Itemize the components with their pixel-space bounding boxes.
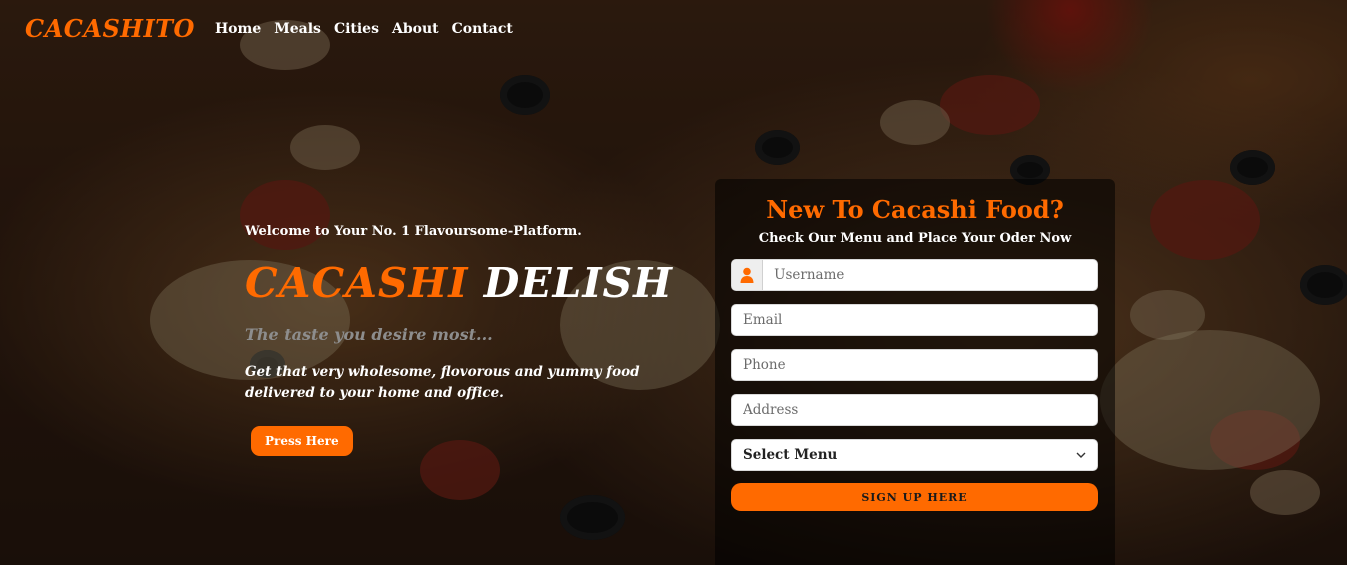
headline-part-cacashi: CACASHI bbox=[245, 259, 469, 307]
phone-input[interactable] bbox=[732, 350, 1097, 380]
hero-headline: CACASHI DELISH bbox=[245, 259, 705, 307]
signup-title: New To Cacashi Food? bbox=[766, 195, 1064, 224]
nav-link-home[interactable]: Home bbox=[215, 21, 261, 37]
email-field bbox=[731, 304, 1098, 336]
signup-button[interactable]: SIGN UP HERE bbox=[731, 483, 1098, 511]
username-field bbox=[731, 259, 1098, 291]
press-here-button[interactable]: Press Here bbox=[251, 426, 353, 456]
signup-card: New To Cacashi Food? Check Our Menu and … bbox=[715, 179, 1115, 565]
hero-description: Get that very wholesome, flovorous and y… bbox=[245, 364, 640, 401]
nav-link-contact[interactable]: Contact bbox=[452, 21, 513, 37]
headline-part-delish: DELISH bbox=[483, 259, 673, 307]
address-field bbox=[731, 394, 1098, 426]
menu-select-value: Select Menu bbox=[743, 447, 838, 463]
signup-subtitle: Check Our Menu and Place Your Oder Now bbox=[758, 231, 1072, 246]
menu-select[interactable]: Select Menu bbox=[731, 439, 1098, 471]
username-input[interactable] bbox=[763, 260, 1097, 290]
nav-link-cities[interactable]: Cities bbox=[334, 21, 379, 37]
chevron-down-icon bbox=[1076, 447, 1086, 463]
nav-link-meals[interactable]: Meals bbox=[274, 21, 321, 37]
hero-section: Welcome to Your No. 1 Flavoursome-Platfo… bbox=[245, 224, 705, 456]
welcome-text: Welcome to Your No. 1 Flavoursome-Platfo… bbox=[245, 224, 582, 239]
user-icon bbox=[732, 260, 764, 290]
phone-field bbox=[731, 349, 1098, 381]
nav-link-about[interactable]: About bbox=[392, 21, 439, 37]
hero-tagline: The taste you desire most... bbox=[245, 325, 493, 344]
top-nav: CACASHITO Home Meals Cities About Contac… bbox=[25, 14, 526, 43]
brand-logo[interactable]: CACASHITO bbox=[25, 14, 195, 43]
address-input[interactable] bbox=[732, 395, 1097, 425]
email-input[interactable] bbox=[732, 305, 1097, 335]
